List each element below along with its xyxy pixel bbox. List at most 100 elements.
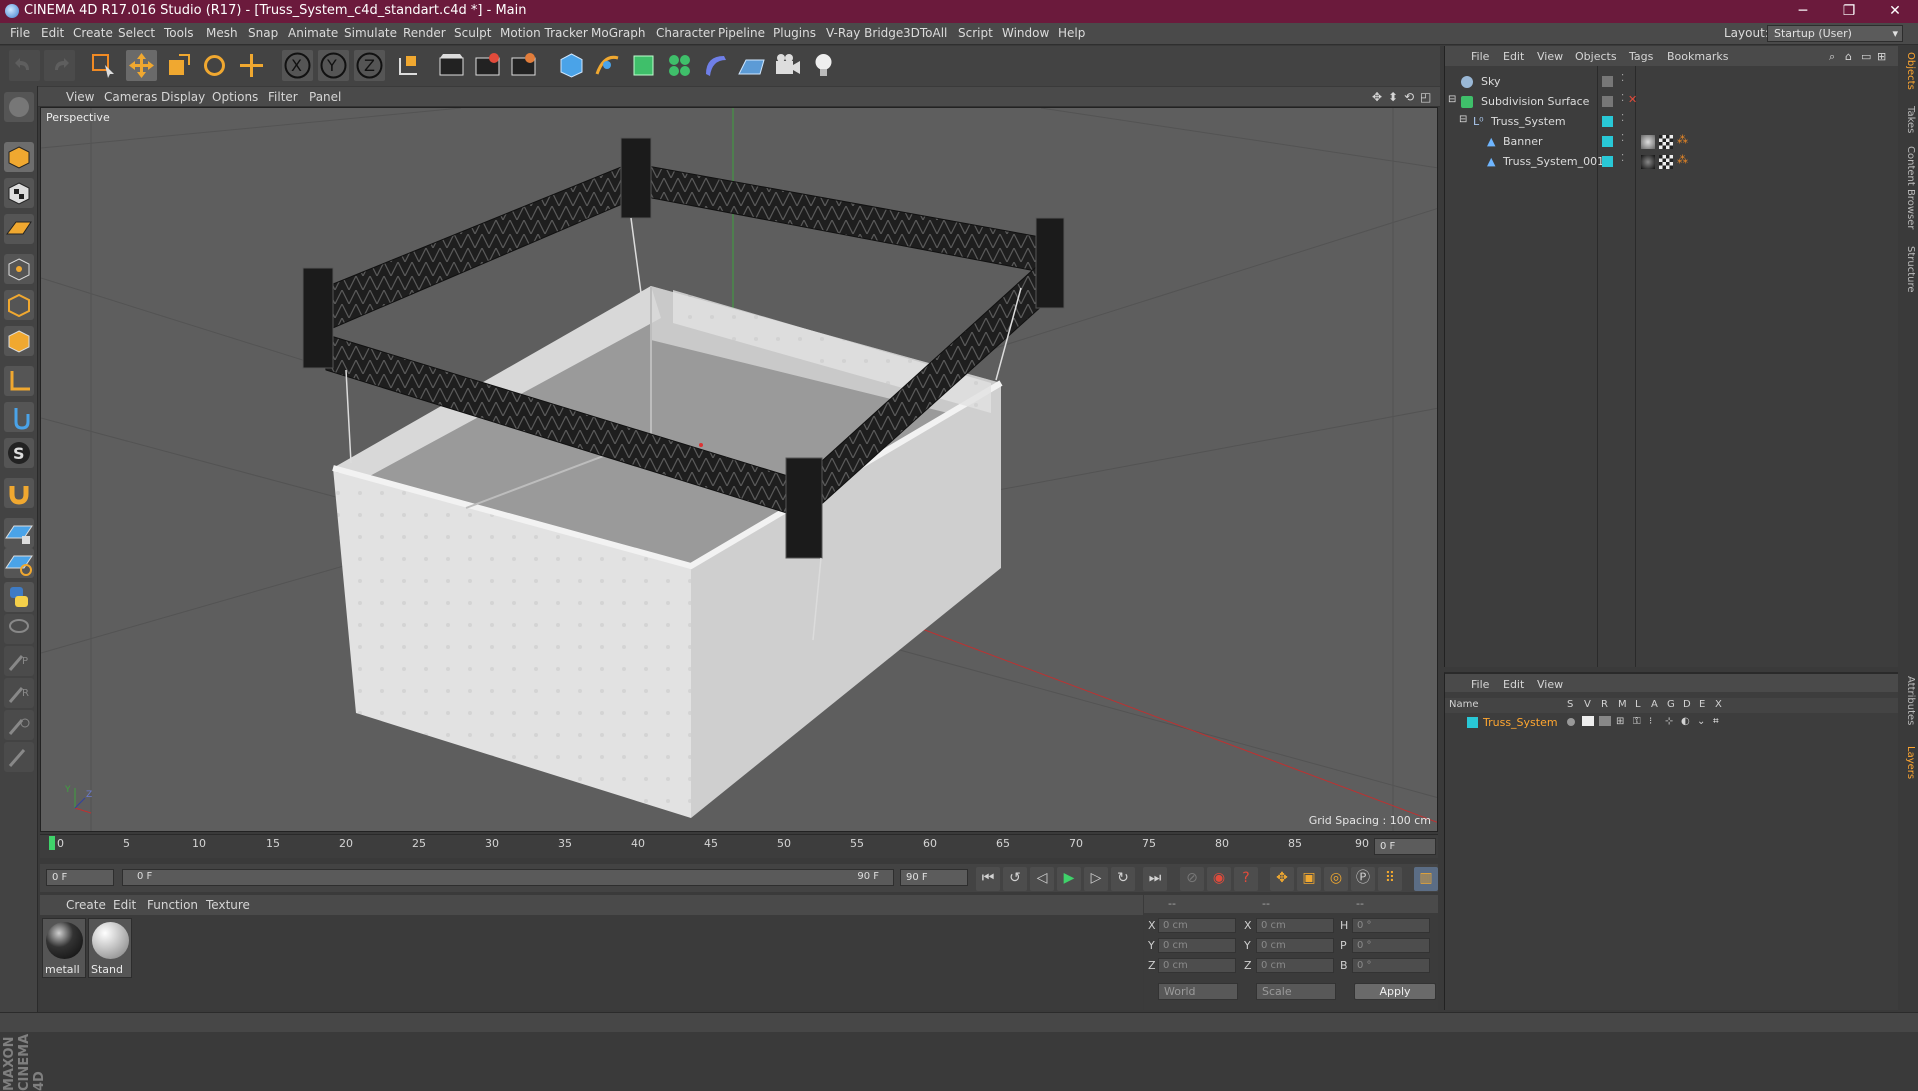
phong-tag-icon[interactable]: ⁂ [1677, 153, 1688, 166]
position-x-field[interactable]: 0 cm [1158, 918, 1236, 933]
size-y-field[interactable]: 0 cm [1256, 938, 1334, 953]
object-row-truss-system-001[interactable]: ▲ Truss_System_001 ⁚ ⁂ [1445, 152, 1899, 171]
visibility-dots[interactable]: ⁚ [1621, 133, 1624, 144]
autokey-icon[interactable]: ◉ [1207, 867, 1231, 891]
restore-button[interactable]: ❐ [1826, 0, 1872, 23]
material-menu-texture[interactable]: Texture [206, 898, 250, 912]
home-icon[interactable]: ⌂ [1845, 50, 1852, 63]
layer-color-tag[interactable] [1602, 156, 1613, 167]
grid-rotate-icon[interactable] [4, 548, 34, 578]
object-row-sky[interactable]: Sky ⁚ [1445, 72, 1899, 91]
viewport-layout-icon[interactable]: ◰ [1420, 90, 1431, 104]
y-axis-icon[interactable]: Y [318, 50, 349, 81]
viewport-move-icon[interactable]: ✥ [1372, 90, 1382, 104]
live-selection-icon[interactable] [88, 50, 119, 81]
layer-tag[interactable] [1602, 76, 1613, 87]
brush-p-icon[interactable]: P [4, 646, 34, 676]
tab-attributes[interactable]: Attributes [1900, 676, 1916, 725]
tab-objects[interactable]: Objects [1900, 52, 1916, 90]
workplane-icon[interactable] [4, 214, 34, 244]
menu-simulate[interactable]: Simulate [344, 26, 397, 40]
search-icon[interactable]: ⌕ [1829, 50, 1835, 64]
coordinate-space-select[interactable]: World [1158, 983, 1238, 1000]
transform-icon[interactable] [236, 50, 267, 81]
key-rotation-icon[interactable]: ◎ [1324, 867, 1348, 891]
menu-mesh[interactable]: Mesh [206, 26, 238, 40]
camera-icon[interactable] [772, 50, 803, 81]
visibility-dots[interactable]: ⁚ [1621, 73, 1624, 84]
brush-c-icon[interactable] [4, 710, 34, 740]
playhead-marker[interactable] [49, 836, 55, 850]
layer-render-toggle[interactable] [1599, 716, 1611, 726]
brush-icon[interactable] [4, 742, 34, 772]
snap-icon[interactable]: S [4, 438, 34, 468]
keyframe-help-icon[interactable]: ? [1234, 867, 1258, 891]
collapse-icon[interactable]: ▭ [1861, 50, 1871, 63]
objects-menu-edit[interactable]: Edit [1503, 50, 1524, 63]
menu-pipeline[interactable]: Pipeline [718, 26, 765, 40]
viewport-menu-filter[interactable]: Filter [268, 90, 298, 104]
timeline-ruler[interactable]: 0 5 10 15 20 25 30 35 40 45 50 55 60 65 … [40, 834, 1438, 858]
menu-create[interactable]: Create [73, 26, 113, 40]
material-swatch[interactable]: Stand [88, 918, 132, 978]
layer-tag[interactable] [1602, 96, 1613, 107]
end-frame-field[interactable]: 90 F [900, 869, 968, 886]
menu-tools[interactable]: Tools [164, 26, 194, 40]
material-swatch[interactable]: metall [42, 918, 86, 978]
coordinate-mode-select[interactable]: Scale [1256, 983, 1336, 1000]
menu-vray-bridge[interactable]: V-Ray Bridge [826, 26, 903, 40]
layer-generators-toggle[interactable]: ⊹ [1665, 716, 1673, 727]
menu-render[interactable]: Render [403, 26, 446, 40]
layer-deformers-toggle[interactable]: ◐ [1681, 716, 1690, 727]
viewport-menu-cameras[interactable]: Cameras [104, 90, 157, 104]
tab-layers[interactable]: Layers [1900, 746, 1916, 779]
visibility-dots[interactable]: ⁚ [1621, 93, 1624, 104]
object-row-truss-system[interactable]: ⊟ L⁰ Truss_System ⁚ [1445, 112, 1899, 131]
phong-tag-icon[interactable]: ⁂ [1677, 133, 1688, 146]
next-key-icon[interactable]: ↻ [1111, 867, 1135, 891]
disabled-x-icon[interactable]: ✕ [1628, 93, 1637, 106]
model-mode-icon[interactable] [4, 142, 34, 172]
layer-row[interactable]: Truss_System ⊞ ⚿ ⁝ ⊹ ◐ ⌄ ⌗ [1445, 714, 1899, 731]
menu-window[interactable]: Window [1002, 26, 1049, 40]
layer-color-tag[interactable] [1602, 136, 1613, 147]
object-row-subdivision-surface[interactable]: ⊟ Subdivision Surface ⁚ ✕ [1445, 92, 1899, 111]
viewport-zoom-icon[interactable]: ⬍ [1388, 90, 1398, 104]
tree-expand-icon[interactable]: ⊟ [1448, 94, 1456, 105]
visibility-dots[interactable]: ⁚ [1621, 113, 1624, 124]
redo-icon[interactable] [44, 50, 75, 81]
start-frame-field[interactable]: 0 F [46, 869, 114, 886]
position-z-field[interactable]: 0 cm [1158, 958, 1236, 973]
menu-plugins[interactable]: Plugins [773, 26, 816, 40]
next-frame-icon[interactable]: ▷ [1084, 867, 1108, 891]
new-panel-icon[interactable]: ⊞ [1877, 50, 1886, 63]
close-button[interactable]: ✕ [1872, 0, 1918, 23]
menu-help[interactable]: Help [1058, 26, 1085, 40]
texture-tag-icon[interactable] [1659, 135, 1673, 149]
grid-lock-icon[interactable] [4, 518, 34, 548]
go-to-end-icon[interactable]: ⏭ [1143, 867, 1167, 891]
light-icon[interactable] [808, 50, 839, 81]
layer-solo-toggle[interactable] [1567, 718, 1575, 726]
objects-menu-view[interactable]: View [1537, 50, 1563, 63]
current-frame-field[interactable]: 0 F [1374, 838, 1436, 855]
objects-menu-objects[interactable]: Objects [1575, 50, 1617, 63]
rotate-icon[interactable] [199, 50, 230, 81]
visibility-dots[interactable]: ⁚ [1621, 153, 1624, 164]
layers-menu-edit[interactable]: Edit [1503, 678, 1524, 691]
viewport-menu-panel[interactable]: Panel [309, 90, 341, 104]
menu-character[interactable]: Character [656, 26, 715, 40]
axis-mode-icon[interactable] [4, 366, 34, 396]
rotation-p-field[interactable]: 0 ° [1352, 938, 1430, 953]
play-icon[interactable]: ▶ [1057, 867, 1081, 891]
layer-color-tag[interactable] [1602, 116, 1613, 127]
floor-icon[interactable] [736, 50, 767, 81]
size-x-field[interactable]: 0 cm [1256, 918, 1334, 933]
frame-range-slider[interactable]: 0 F 90 F [122, 869, 894, 886]
material-tag-icon[interactable] [1641, 155, 1655, 169]
polygons-mode-icon[interactable] [4, 326, 34, 356]
material-menu-edit[interactable]: Edit [113, 898, 136, 912]
menu-script[interactable]: Script [958, 26, 993, 40]
minimize-button[interactable]: ─ [1780, 0, 1826, 23]
menu-animate[interactable]: Animate [288, 26, 338, 40]
